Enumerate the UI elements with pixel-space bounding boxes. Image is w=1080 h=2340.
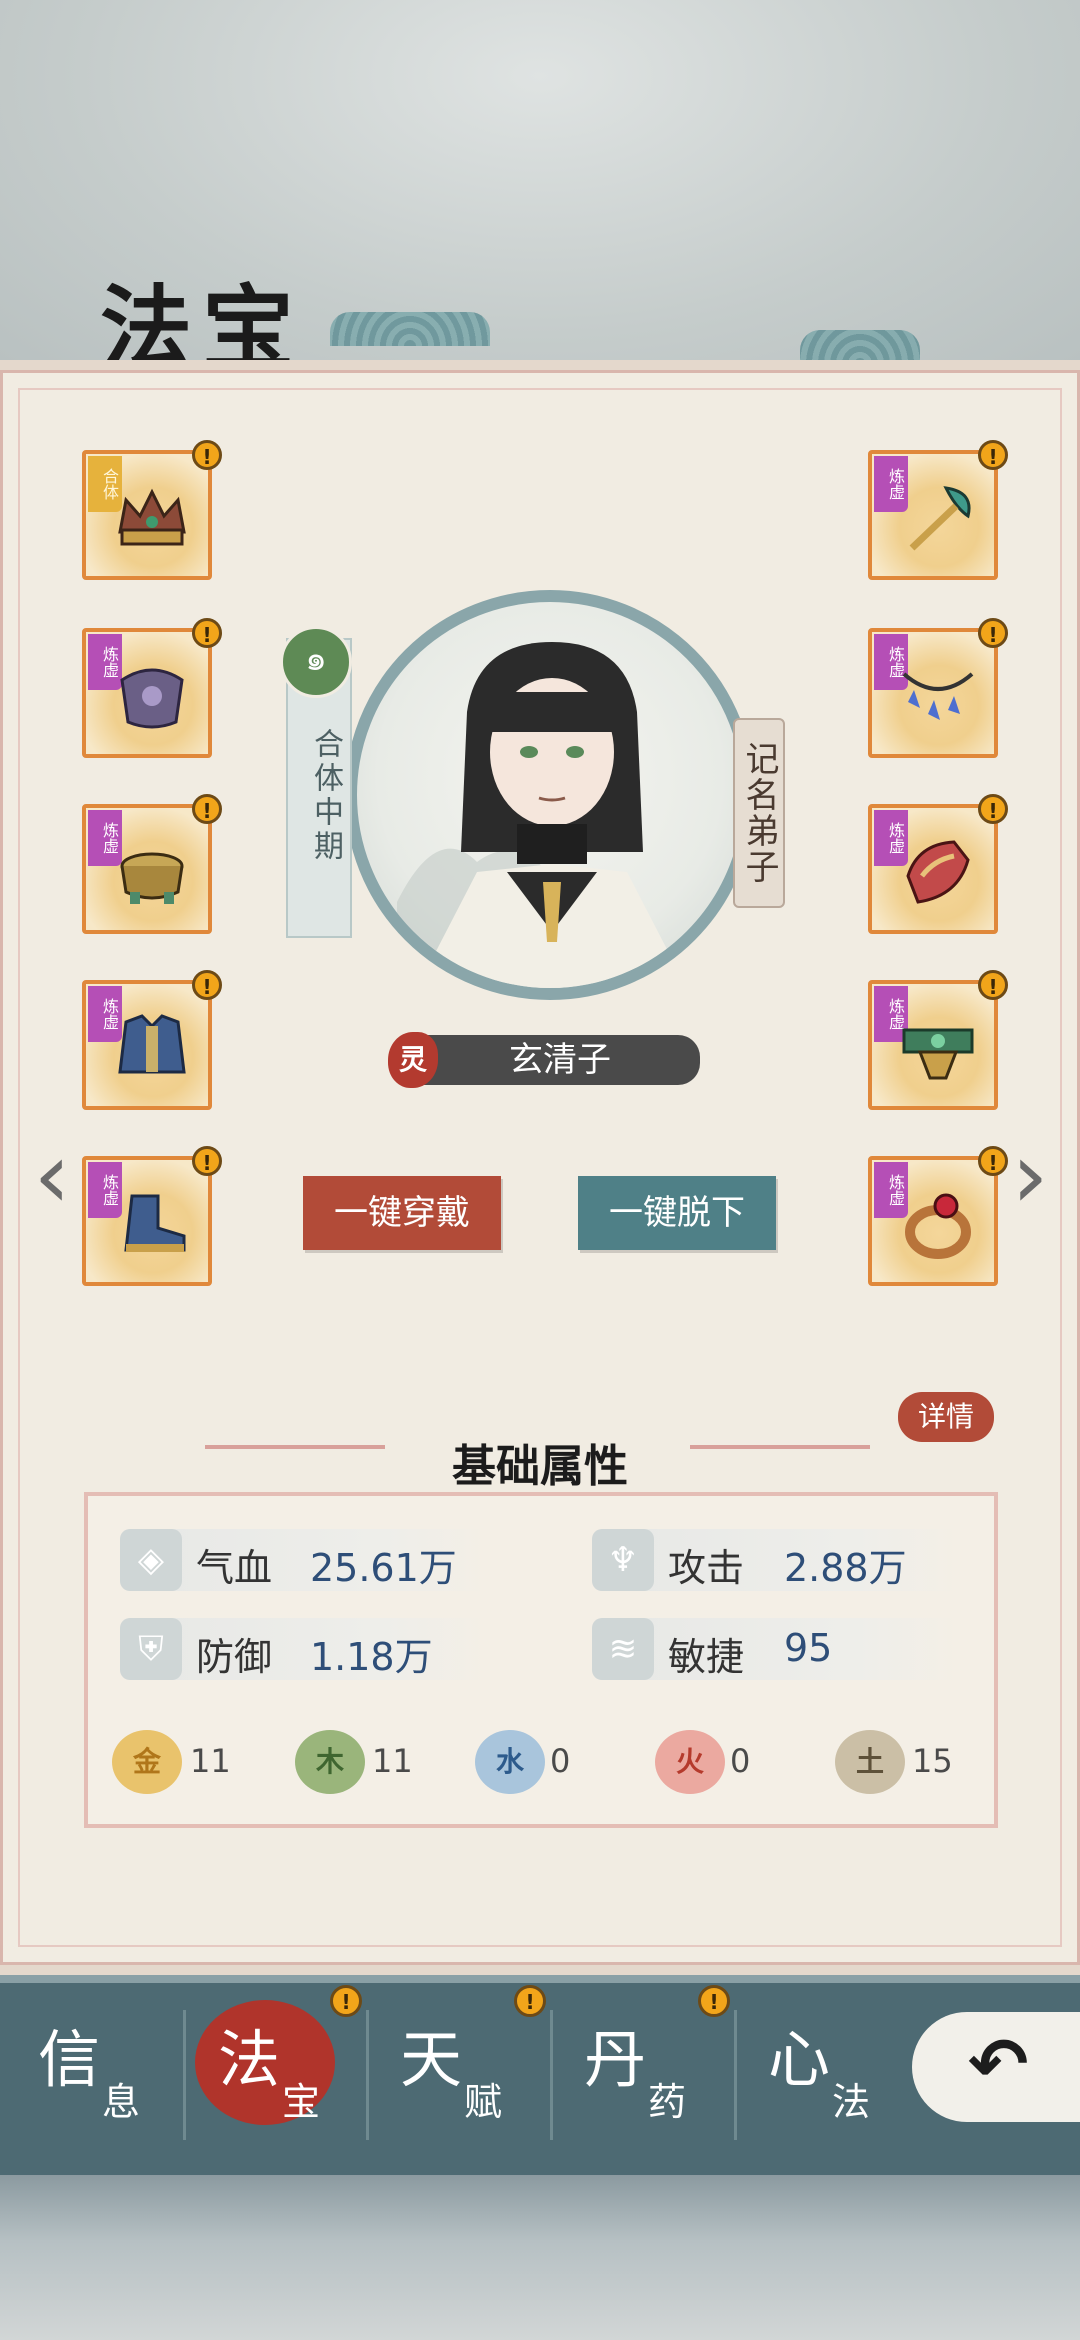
stat-attack: ♆ 攻击 2.88万 — [592, 1529, 962, 1591]
realm-spiral-icon: ๑ — [280, 626, 352, 698]
stat-defense: ⛨ 防御 1.18万 — [120, 1618, 490, 1680]
tab-label-main: 信 — [38, 2023, 101, 2096]
stat-agility: ≋ 敏捷 95 — [592, 1618, 962, 1680]
stat-value: 95 — [784, 1626, 833, 1670]
element-fire-icon: 火 — [655, 1730, 725, 1794]
alert-icon: ! — [978, 794, 1008, 824]
realm-banner: ๑ 合体中期 — [280, 626, 352, 938]
character-portrait — [345, 590, 755, 1000]
tab-info[interactable]: 信 息 — [10, 1985, 180, 2165]
stat-value: 25.61万 — [310, 1546, 457, 1590]
element-wood-icon: 木 — [295, 1730, 365, 1794]
tab-label-sub: 法 — [832, 2080, 871, 2124]
equip-slot-right-5[interactable]: 炼虚 ! — [868, 1146, 1008, 1286]
tab-label-sub: 宝 — [282, 2080, 321, 2124]
tab-label-main: 心 — [768, 2023, 831, 2096]
unequip-all-button[interactable]: 一键脱下 — [578, 1176, 776, 1250]
element-earth-value: 15 — [912, 1742, 953, 1780]
stat-label: 攻击 — [668, 1546, 745, 1590]
belt-icon — [902, 1028, 974, 1080]
alert-icon: ! — [978, 970, 1008, 1000]
tab-label-sub: 药 — [648, 2080, 687, 2124]
element-water-value: 0 — [550, 1742, 571, 1780]
back-arrow-icon: ↶ — [968, 2022, 1029, 2106]
alert-icon: ! — [192, 1146, 222, 1176]
tab-label-main: 天 — [400, 2023, 463, 2096]
next-character-arrow[interactable]: › — [1000, 1128, 1060, 1224]
tab-label-sub: 赋 — [464, 2080, 503, 2124]
disciple-rank: 记名弟子 — [733, 718, 785, 908]
alert-icon: ! — [978, 440, 1008, 470]
stat-label: 气血 — [196, 1546, 273, 1590]
equip-slot-right-1[interactable]: 炼虚 ! — [868, 440, 1008, 580]
alert-icon: ! — [330, 1985, 362, 2017]
tab-talent[interactable]: 天 赋 — [372, 1985, 542, 2165]
tab-label-main: 丹 — [584, 2023, 647, 2096]
equip-slot-left-2[interactable]: 炼虚 ! — [82, 618, 222, 758]
alert-icon: ! — [192, 618, 222, 648]
tab-label-sub: 息 — [102, 2080, 141, 2124]
stat-value: 2.88万 — [784, 1546, 907, 1590]
tab-divider — [183, 2010, 186, 2140]
spirit-root-badge: 灵 — [388, 1032, 438, 1088]
tab-divider — [366, 2010, 369, 2140]
element-metal-value: 11 — [190, 1742, 231, 1780]
shoulder-armor-icon — [906, 840, 970, 904]
bracelet-icon — [120, 852, 184, 904]
tab-divider — [734, 2010, 737, 2140]
tab-pill[interactable]: 丹 药 — [556, 1985, 726, 2165]
character-avatar — [397, 642, 687, 988]
alert-icon: ! — [192, 440, 222, 470]
wing-icon: ≋ — [592, 1618, 654, 1680]
boot-icon — [124, 1194, 186, 1252]
element-water-icon: 水 — [475, 1730, 545, 1794]
stat-hp: ◈ 气血 25.61万 — [120, 1529, 490, 1591]
element-wood-value: 11 — [372, 1742, 413, 1780]
stat-label: 敏捷 — [668, 1635, 745, 1679]
attack-icon: ♆ — [592, 1529, 654, 1591]
character-name: 玄清子 — [420, 1035, 700, 1085]
equip-slot-left-4[interactable]: 炼虚 ! — [82, 970, 222, 1110]
element-fire-value: 0 — [730, 1742, 751, 1780]
prev-character-arrow[interactable]: ‹ — [22, 1128, 82, 1224]
equip-slot-right-3[interactable]: 炼虚 ! — [868, 794, 1008, 934]
back-button[interactable]: ↶ — [912, 2012, 1080, 2122]
element-earth-icon: 土 — [835, 1730, 905, 1794]
mountain-ground — [0, 2175, 1080, 2340]
chest-armor-icon — [120, 668, 184, 729]
equip-slot-left-5[interactable]: 炼虚 ! — [82, 1146, 222, 1286]
fan-staff-icon — [909, 486, 971, 551]
tab-mind-method[interactable]: 心 法 — [740, 1985, 910, 2165]
blood-drop-icon: ◈ — [120, 1529, 182, 1591]
alert-icon: ! — [192, 970, 222, 1000]
alert-icon: ! — [698, 1985, 730, 2017]
tab-label-main: 法 — [218, 2023, 281, 2096]
alert-icon: ! — [978, 618, 1008, 648]
alert-icon: ! — [192, 794, 222, 824]
ring-icon — [905, 1193, 971, 1259]
tab-divider — [550, 2010, 553, 2140]
tab-bar-edge — [0, 1975, 1080, 1983]
section-title: 基础属性 — [452, 1441, 628, 1492]
element-metal-icon: 金 — [112, 1730, 182, 1794]
alert-icon: ! — [514, 1985, 546, 2017]
cloud-ornament — [800, 330, 920, 364]
equip-slot-left-3[interactable]: 炼虚 ! — [82, 794, 222, 934]
shield-icon: ⛨ — [120, 1618, 182, 1680]
equip-slot-right-2[interactable]: 炼虚 ! — [868, 618, 1008, 758]
necklace-icon — [902, 672, 974, 720]
stat-label: 防御 — [196, 1635, 273, 1679]
equip-slot-left-1[interactable]: 合体 ! — [82, 440, 222, 580]
robe-icon — [118, 1014, 186, 1074]
crown-icon — [118, 488, 186, 546]
equip-all-button[interactable]: 一键穿戴 — [303, 1176, 501, 1250]
stat-value: 1.18万 — [310, 1635, 433, 1679]
equip-slot-right-4[interactable]: 炼虚 ! — [868, 970, 1008, 1110]
cultivation-realm: 合体中期 — [308, 728, 343, 864]
